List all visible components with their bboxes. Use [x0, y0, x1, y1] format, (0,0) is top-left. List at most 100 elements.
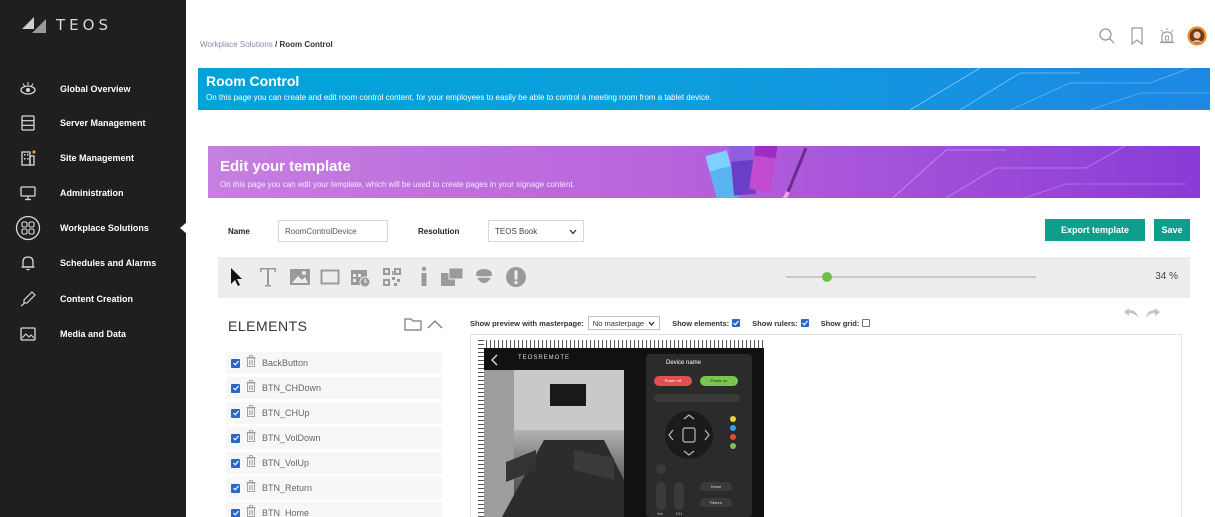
show-rulers-label: Show rulers: — [752, 318, 798, 328]
return-button[interactable]: Return — [700, 498, 732, 507]
ruler-top — [478, 340, 764, 348]
sidebar-item-administration[interactable]: Administration — [0, 178, 186, 208]
sidebar-item-content-creation[interactable]: Content Creation — [0, 284, 186, 314]
image-tool-icon[interactable] — [288, 265, 312, 289]
show-grid-label: Show grid: — [820, 318, 860, 328]
teos-logo-icon — [22, 15, 48, 35]
mute-button[interactable] — [656, 464, 666, 474]
shape-icon[interactable] — [472, 265, 496, 289]
pointer-icon[interactable] — [224, 265, 248, 289]
yellow-button[interactable] — [730, 416, 736, 422]
back-arrow-icon[interactable] — [490, 354, 500, 366]
text-icon[interactable] — [256, 265, 280, 289]
show-rulers-checkbox[interactable] — [800, 319, 809, 327]
top-icons — [1097, 26, 1207, 46]
chevron-down-icon — [569, 228, 577, 237]
trash-icon[interactable] — [246, 379, 256, 397]
export-template-button[interactable]: Export template — [1045, 219, 1145, 241]
sidebar-item-site-management[interactable]: Site Management — [0, 143, 186, 173]
element-visible-checkbox[interactable] — [231, 483, 240, 493]
rectangle-icon[interactable] — [318, 265, 342, 289]
trash-icon[interactable] — [246, 504, 256, 517]
element-visible-checkbox[interactable] — [231, 358, 240, 368]
trash-icon[interactable] — [246, 479, 256, 497]
vol-label: Vol — [657, 511, 663, 516]
power-off-button[interactable]: Power off — [654, 376, 692, 386]
element-visible-checkbox[interactable] — [231, 408, 240, 418]
sidebar-item-global-overview[interactable]: Global Overview — [0, 74, 186, 104]
trash-icon[interactable] — [246, 454, 256, 472]
image-icon — [19, 325, 37, 343]
source-select[interactable] — [654, 394, 740, 402]
alert-icon[interactable] — [504, 265, 528, 289]
sidebar-item-schedules-alarms[interactable]: Schedules and Alarms — [0, 248, 186, 278]
sidebar-item-label: Server Management — [60, 118, 146, 128]
masterpage-select[interactable]: No masterpage — [587, 316, 661, 330]
sidebar-item-media-data[interactable]: Media and Data — [0, 319, 186, 349]
element-row[interactable]: BTN_Home — [226, 502, 442, 517]
breadcrumb-parent-link[interactable]: Workplace Solutions — [200, 40, 273, 49]
resolution-select[interactable]: TEOS Book — [488, 220, 584, 242]
show-grid-checkbox[interactable] — [862, 319, 871, 327]
trash-icon[interactable] — [246, 429, 256, 447]
bookmark-icon[interactable] — [1127, 26, 1147, 46]
dpad[interactable] — [664, 410, 714, 460]
element-visible-checkbox[interactable] — [231, 508, 240, 517]
zoom-slider-thumb[interactable] — [821, 272, 832, 282]
element-visible-checkbox[interactable] — [231, 433, 240, 443]
search-icon[interactable] — [1097, 26, 1117, 46]
trash-icon[interactable] — [246, 404, 256, 422]
element-visible-checkbox[interactable] — [231, 383, 240, 393]
folder-collapse-icon[interactable] — [404, 316, 444, 337]
bell-icon — [19, 254, 37, 272]
avatar[interactable] — [1187, 26, 1207, 46]
layout-icon[interactable] — [440, 265, 464, 289]
logo-text: TEOS — [56, 16, 112, 34]
home-button[interactable]: Home — [700, 482, 732, 491]
element-name: BTN_VolDown — [262, 433, 321, 443]
server-icon — [19, 114, 37, 132]
device-preview[interactable]: TEOSREMOTE Device name Power off Power o… — [478, 340, 764, 517]
top-bar: Workplace Solutions / Room Control — [186, 0, 1215, 62]
redo-icon[interactable] — [1145, 306, 1161, 325]
qr-code-icon[interactable] — [380, 265, 404, 289]
element-visible-checkbox[interactable] — [231, 458, 240, 468]
element-name: BTN_CHUp — [262, 408, 310, 418]
pen-icon — [19, 290, 37, 308]
alarm-icon[interactable] — [1157, 26, 1177, 46]
channel-rocker[interactable] — [674, 482, 684, 510]
blue-button[interactable] — [730, 425, 736, 431]
green-button[interactable] — [730, 443, 736, 449]
power-on-button[interactable]: Power on — [700, 376, 738, 386]
name-input[interactable] — [278, 220, 388, 242]
meeting-room-photo — [484, 370, 624, 517]
element-row[interactable]: BTN_VolUp — [226, 452, 442, 474]
show-elements-label: Show elements: — [672, 318, 730, 328]
calendar-icon[interactable] — [348, 265, 372, 289]
red-button[interactable] — [730, 434, 736, 440]
element-name: BTN_Home — [262, 508, 310, 517]
color-swatches-illustration — [706, 146, 1186, 198]
save-button[interactable]: Save — [1154, 219, 1190, 241]
element-row[interactable]: BTN_VolDown — [226, 427, 442, 449]
element-row[interactable]: BTN_Return — [226, 477, 442, 499]
monitor-icon — [19, 184, 37, 202]
sidebar-item-label: Global Overview — [60, 84, 131, 94]
info-icon[interactable] — [412, 265, 436, 289]
volume-rocker[interactable] — [656, 482, 666, 510]
sidebar-item-workplace-solutions[interactable]: Workplace Solutions — [0, 213, 187, 243]
editor-toolbar: 34 % — [218, 257, 1190, 298]
element-row[interactable]: BTN_CHUp — [226, 402, 442, 424]
sidebar-item-server-management[interactable]: Server Management — [0, 108, 186, 138]
show-elements-checkbox[interactable] — [732, 319, 741, 327]
logo[interactable]: TEOS — [22, 12, 112, 38]
element-row[interactable]: BackButton — [226, 352, 442, 374]
page-subtitle: On this page you can create and edit roo… — [206, 93, 712, 102]
trash-icon[interactable] — [246, 354, 256, 372]
room-control-banner: Room Control On this page you can create… — [198, 68, 1210, 110]
building-icon — [19, 149, 37, 167]
element-row[interactable]: BTN_CHDown — [226, 377, 442, 399]
ch-label: CH — [676, 511, 682, 516]
undo-icon[interactable] — [1123, 306, 1139, 325]
eye-icon — [19, 80, 37, 98]
